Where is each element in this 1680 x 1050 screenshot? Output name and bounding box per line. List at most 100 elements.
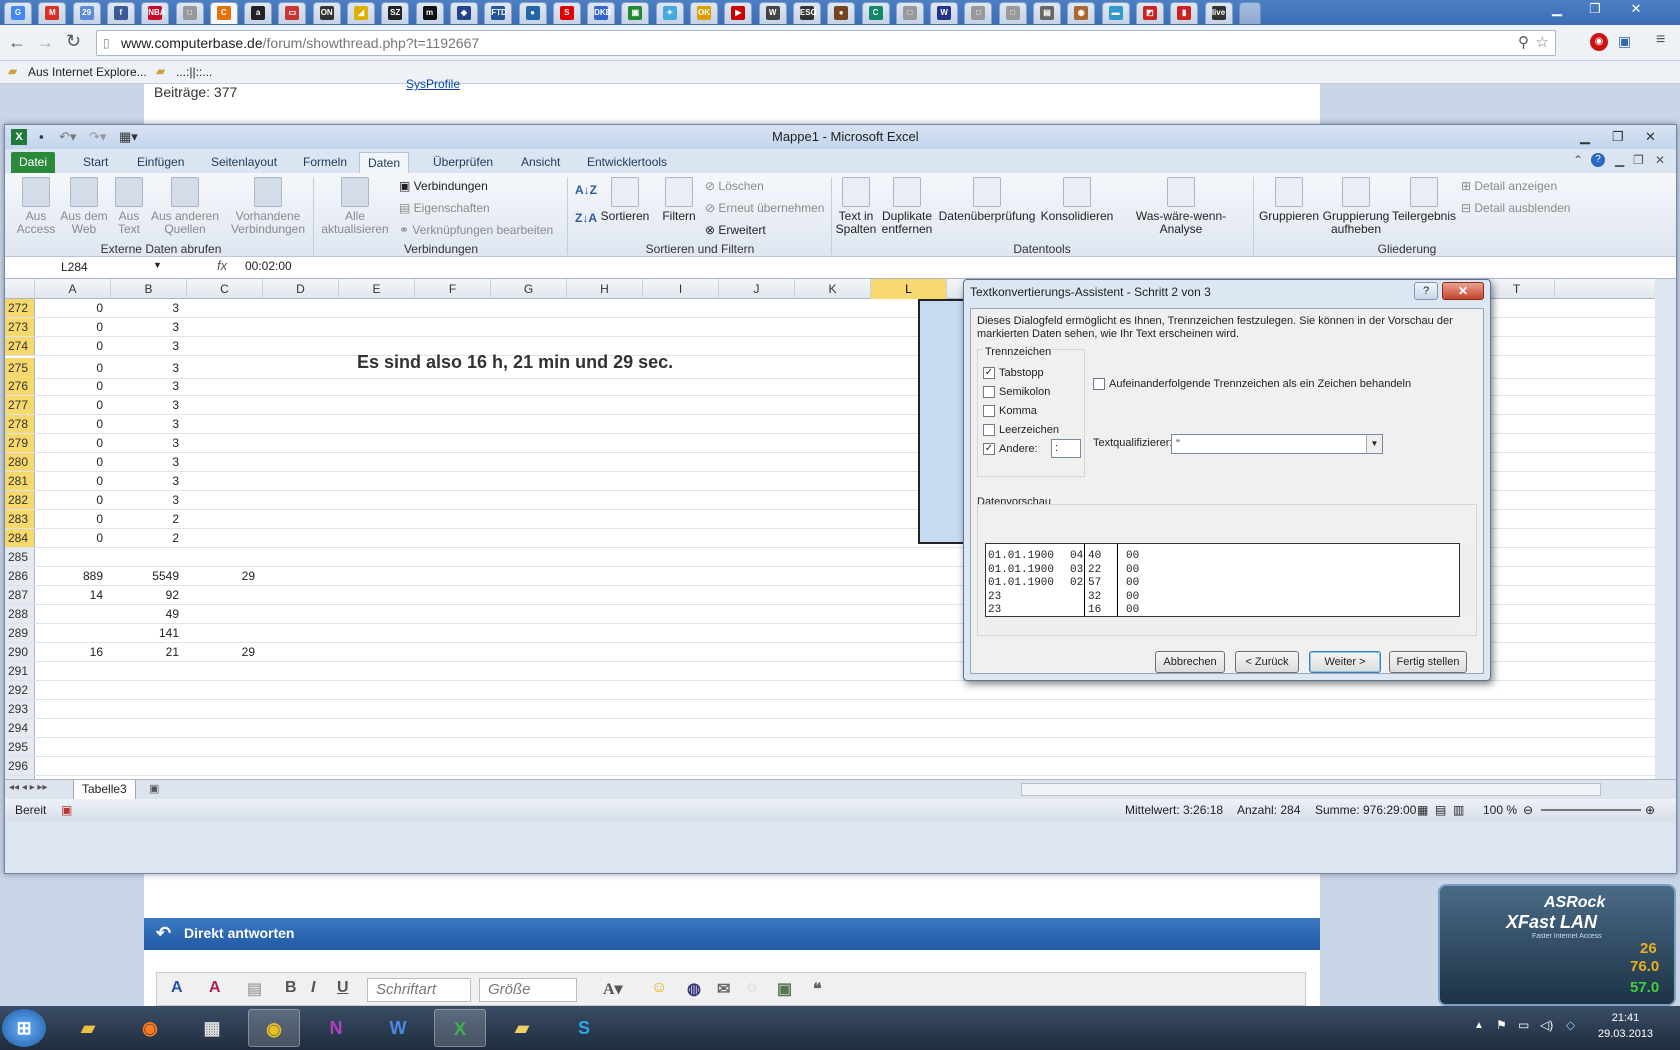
cell-c[interactable] xyxy=(187,299,263,317)
browser-tab[interactable]: ESG xyxy=(792,2,821,24)
taskbar-excel-icon[interactable]: X xyxy=(434,1009,486,1047)
view-icon[interactable]: ▦▾ xyxy=(119,125,138,149)
cell-b[interactable] xyxy=(111,548,187,566)
bookmark-item[interactable]: ...:||::... xyxy=(176,65,212,79)
aufeinanderfolgende-checkbox[interactable]: Aufeinanderfolgende Trennzeichen als ein… xyxy=(1093,378,1411,391)
cell-a[interactable]: 0 xyxy=(35,415,111,433)
taskbar-onenote-icon[interactable]: N xyxy=(310,1009,362,1047)
cell-c[interactable] xyxy=(187,700,263,718)
row-header[interactable]: 278 xyxy=(5,415,35,433)
cell-a[interactable]: 0 xyxy=(35,491,111,509)
extension-icon[interactable]: ▣ xyxy=(1618,33,1631,50)
browser-tab[interactable]: ▶ xyxy=(724,2,753,24)
horizontal-scrollbar[interactable] xyxy=(1021,783,1601,796)
aus-access-button[interactable]: Aus Access xyxy=(13,177,59,236)
verbindungen-button[interactable]: ▣ Verbindungen xyxy=(399,179,488,193)
cell-c[interactable] xyxy=(187,548,263,566)
cell-c[interactable] xyxy=(187,510,263,528)
cell-b[interactable]: 21 xyxy=(111,643,187,661)
cell-a[interactable]: 14 xyxy=(35,586,111,604)
cell-a[interactable] xyxy=(35,624,111,642)
column-header-e[interactable]: E xyxy=(339,279,415,299)
erneut-uebernehmen-button[interactable]: ⊘ Erneut übernehmen xyxy=(705,201,824,215)
sort-asc-icon[interactable]: A↓Z xyxy=(575,183,597,197)
cell-c[interactable] xyxy=(187,719,263,737)
andere-checkbox[interactable]: ✓ Andere: xyxy=(983,443,1038,456)
cell-a[interactable] xyxy=(35,738,111,756)
filtern-button[interactable]: Filtern xyxy=(657,177,701,223)
komma-checkbox[interactable]: Komma xyxy=(983,405,1037,418)
extension-adblock-icon[interactable]: ◉ xyxy=(1590,33,1608,51)
quote-icon[interactable]: ❝ xyxy=(813,979,822,999)
sheet-nav-icon[interactable]: ◂◂ ◂ ▸ ▸▸ xyxy=(9,782,47,793)
cell-c[interactable]: 29 xyxy=(187,567,263,585)
cell-c[interactable] xyxy=(187,396,263,414)
browser-tab[interactable]: f xyxy=(106,2,135,24)
abbrechen-button[interactable]: Abbrechen xyxy=(1155,651,1225,673)
browser-tab[interactable]: FTD xyxy=(484,2,513,24)
cell-b[interactable]: 3 xyxy=(111,358,187,378)
duplikate-entfernen-button[interactable]: Duplikate entfernen xyxy=(879,177,935,236)
address-bar[interactable]: ▯ www.computerbase.de/forum/showthread.p… xyxy=(96,30,1556,56)
row-header[interactable]: 282 xyxy=(5,491,35,509)
cell-a[interactable]: 0 xyxy=(35,377,111,395)
browser-tab[interactable]: SZ xyxy=(381,2,410,24)
browser-tab[interactable]: C xyxy=(861,2,890,24)
cell-b[interactable]: 3 xyxy=(111,453,187,471)
tray-expand-icon[interactable]: ▲ xyxy=(1474,1020,1484,1031)
browser-tab[interactable]: ● xyxy=(518,2,547,24)
browser-tab[interactable]: OK xyxy=(690,2,718,24)
cell-c[interactable] xyxy=(187,358,263,378)
row-header[interactable]: 289 xyxy=(5,624,35,642)
row-header[interactable]: 281 xyxy=(5,472,35,490)
save-icon[interactable]: ▪ xyxy=(39,125,44,149)
andere-input[interactable]: : xyxy=(1051,439,1081,458)
browser-tab[interactable]: W xyxy=(758,2,787,24)
column-header-i[interactable]: I xyxy=(643,279,719,299)
cell-c[interactable]: 29 xyxy=(187,643,263,661)
row-header[interactable]: 285 xyxy=(5,548,35,566)
remove-format-icon[interactable]: A xyxy=(209,979,221,997)
tab-formeln[interactable]: Formeln xyxy=(295,152,355,173)
star-icon[interactable]: ☆ xyxy=(1536,31,1549,55)
forward-icon[interactable]: → xyxy=(36,32,54,53)
cell-a[interactable]: 0 xyxy=(35,472,111,490)
textqualifizierer-select[interactable]: " ▼ xyxy=(1171,434,1383,454)
browser-tab[interactable]: S xyxy=(552,2,581,24)
cell-a[interactable]: 889 xyxy=(35,567,111,585)
cell-c[interactable] xyxy=(187,529,263,547)
sort-desc-icon[interactable]: Z↓A xyxy=(575,211,597,225)
taskbar-folder-icon[interactable]: ▰ xyxy=(496,1009,548,1047)
cell-c[interactable] xyxy=(187,662,263,680)
was-waere-wenn-button[interactable]: Was-wäre-wenn-Analyse xyxy=(1117,177,1245,236)
browser-tab[interactable]: ◩ xyxy=(1135,2,1164,24)
cell-c[interactable] xyxy=(187,491,263,509)
new-tab-button[interactable] xyxy=(1238,2,1261,24)
cell-b[interactable]: 3 xyxy=(111,337,187,355)
link-icon[interactable]: ◍ xyxy=(687,979,701,999)
browser-tab[interactable]: M xyxy=(38,2,67,24)
redo-icon[interactable]: ↷▾ xyxy=(89,125,106,149)
loeschen-button[interactable]: ⊘ Löschen xyxy=(705,179,764,193)
cell-a[interactable] xyxy=(35,757,111,775)
namebox-dropdown-icon[interactable]: ▼ xyxy=(153,260,162,270)
row-header[interactable]: 288 xyxy=(5,605,35,623)
column-header-f[interactable]: F xyxy=(415,279,491,299)
teilergebnis-button[interactable]: Teilergebnis xyxy=(1391,177,1457,223)
cell-a[interactable]: 0 xyxy=(35,434,111,452)
tab-ansicht[interactable]: Ansicht xyxy=(513,152,568,173)
row-header[interactable]: 284 xyxy=(5,529,35,547)
cell-a[interactable] xyxy=(35,662,111,680)
leerzeichen-checkbox[interactable]: Leerzeichen xyxy=(983,424,1059,437)
browser-tab[interactable]: ▭ xyxy=(278,2,307,24)
bookmark-folder[interactable]: Aus Internet Explore... xyxy=(28,65,147,79)
cell-a[interactable]: 16 xyxy=(35,643,111,661)
row-header[interactable]: 276 xyxy=(5,377,35,395)
cell-b[interactable]: 3 xyxy=(111,377,187,395)
browser-tab[interactable]: 29 xyxy=(72,2,101,24)
excel-restore-button[interactable]: ❐ xyxy=(1612,125,1624,149)
browser-tab[interactable]: □ xyxy=(998,2,1027,24)
sheet-tab-tabelle3[interactable]: Tabelle3 xyxy=(73,780,136,800)
cell-b[interactable]: 3 xyxy=(111,318,187,336)
cell-a[interactable]: 0 xyxy=(35,453,111,471)
